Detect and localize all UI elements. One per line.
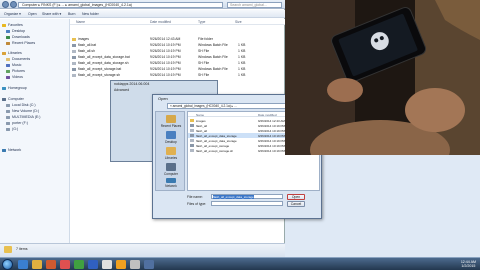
column-header-size[interactable]: Size (235, 20, 242, 24)
organize-button[interactable]: Organize ▾ (4, 12, 21, 16)
file-icon (190, 149, 194, 152)
place-computer[interactable]: Computer (156, 163, 186, 176)
file-icon (72, 61, 76, 65)
desktop-icon (166, 131, 176, 139)
chrome-icon[interactable] (130, 260, 140, 269)
batch-file-icon (72, 43, 76, 47)
recent-icon (6, 41, 10, 45)
app-icon[interactable] (116, 260, 126, 269)
file-name-label: File name: (187, 195, 203, 199)
batch-file-icon (190, 124, 194, 127)
place-libraries[interactable]: Libraries (156, 147, 186, 160)
batch-file-icon (72, 67, 76, 71)
desktop-icon (6, 29, 10, 33)
library-icon (166, 147, 176, 155)
places-bar: Recent Places Desktop Libraries Computer… (155, 111, 185, 191)
computer-icon (166, 163, 176, 171)
app-icon[interactable] (60, 260, 70, 269)
media-player-icon[interactable] (46, 260, 56, 269)
drive-icon (6, 109, 10, 113)
status-bar: 7 items (0, 243, 285, 257)
dialog-column-date[interactable]: Date modified (258, 113, 277, 117)
app-icon[interactable] (74, 260, 84, 269)
drive-icon (6, 121, 10, 125)
place-recent[interactable]: Recent Places (156, 115, 186, 128)
file-list-header: Name Date modified Type Size (70, 19, 285, 25)
file-type-label: Files of type: (187, 202, 207, 206)
nav-drive-g[interactable]: (G:) (6, 126, 18, 132)
column-header-date[interactable]: Date modified (150, 20, 171, 24)
file-type-select[interactable] (211, 201, 283, 206)
file-icon (190, 139, 194, 142)
recent-places-icon (166, 115, 176, 123)
dialog-column-name[interactable]: Name (196, 113, 204, 117)
new-folder-button[interactable]: New folder (82, 12, 99, 16)
app-icon[interactable] (88, 260, 98, 269)
window-title: nokiapps 2014.06.004 (114, 82, 150, 86)
music-icon (6, 63, 10, 67)
downloads-icon (6, 35, 10, 39)
forward-button[interactable] (10, 1, 17, 8)
homegroup-icon (2, 86, 6, 90)
ie-icon[interactable] (18, 260, 28, 269)
nav-homegroup[interactable]: Homegroup (2, 85, 27, 91)
command-bar: Organize ▾ Open Share with ▾ Burn New fo… (0, 10, 285, 18)
network-icon (166, 178, 176, 183)
dialog-title: Open (158, 96, 168, 101)
file-row[interactable]: flash_all_except_storage.sh 9/26/2014 10… (70, 72, 285, 78)
place-desktop[interactable]: Desktop (156, 131, 186, 144)
start-button[interactable] (2, 259, 13, 270)
navigation-pane: Favorites Desktop Downloads Recent Place… (0, 19, 70, 243)
batch-file-icon (190, 144, 194, 147)
share-with-button[interactable]: Share with ▾ (42, 12, 61, 16)
file-icon (72, 73, 76, 77)
place-network[interactable]: Network (156, 178, 186, 188)
folder-icon (72, 37, 76, 41)
file-icon (190, 129, 194, 132)
nav-videos[interactable]: Videos (6, 74, 23, 80)
webcam-photo (285, 0, 480, 155)
file-name-input[interactable]: flash_all_except_data_storage (211, 194, 283, 199)
folder-icon (190, 119, 194, 122)
back-button[interactable] (2, 1, 9, 8)
explorer-icon[interactable] (32, 260, 42, 269)
drive-icon (6, 127, 10, 131)
nav-network[interactable]: Network (2, 147, 21, 153)
burn-button[interactable]: Burn (68, 12, 75, 16)
folder-icon (4, 246, 12, 253)
videos-icon (6, 75, 10, 79)
cancel-button[interactable]: Cancel (287, 201, 305, 207)
network-icon (2, 148, 6, 152)
address-bar-area: Computer ▸ FINKS (F:) ▸ ... ▸ amami_glob… (0, 0, 285, 9)
open-command[interactable]: Open (28, 12, 37, 16)
star-icon (2, 23, 6, 27)
pictures-icon (6, 69, 10, 73)
clock-date: 1/2/2015 (461, 264, 476, 268)
system-clock[interactable]: 12:44 AM 1/2/2015 (461, 260, 476, 269)
drive-icon (6, 115, 10, 119)
column-header-type[interactable]: Type (198, 20, 205, 24)
open-button[interactable]: Open (287, 194, 305, 200)
address-bar[interactable]: Computer ▸ FINKS (F:) ▸ ... ▸ amami_glob… (18, 1, 223, 8)
app-icon[interactable] (102, 260, 112, 269)
tab-advanced[interactable]: Advanced (114, 88, 129, 92)
column-header-name[interactable]: Name (76, 20, 85, 24)
app-icon[interactable] (144, 260, 154, 269)
documents-icon (6, 57, 10, 61)
file-icon (72, 49, 76, 53)
search-input[interactable]: Search amami_global... (227, 1, 282, 8)
library-icon (2, 51, 6, 55)
computer-icon (2, 97, 6, 101)
taskbar: 12:44 AM 1/2/2015 (0, 257, 480, 270)
batch-file-icon (72, 55, 76, 59)
webcam-overlay (285, 0, 480, 155)
batch-file-icon (190, 134, 194, 137)
nav-recent-places[interactable]: Recent Places (6, 40, 35, 46)
item-count: 7 items (16, 247, 28, 251)
drive-icon (6, 103, 10, 107)
